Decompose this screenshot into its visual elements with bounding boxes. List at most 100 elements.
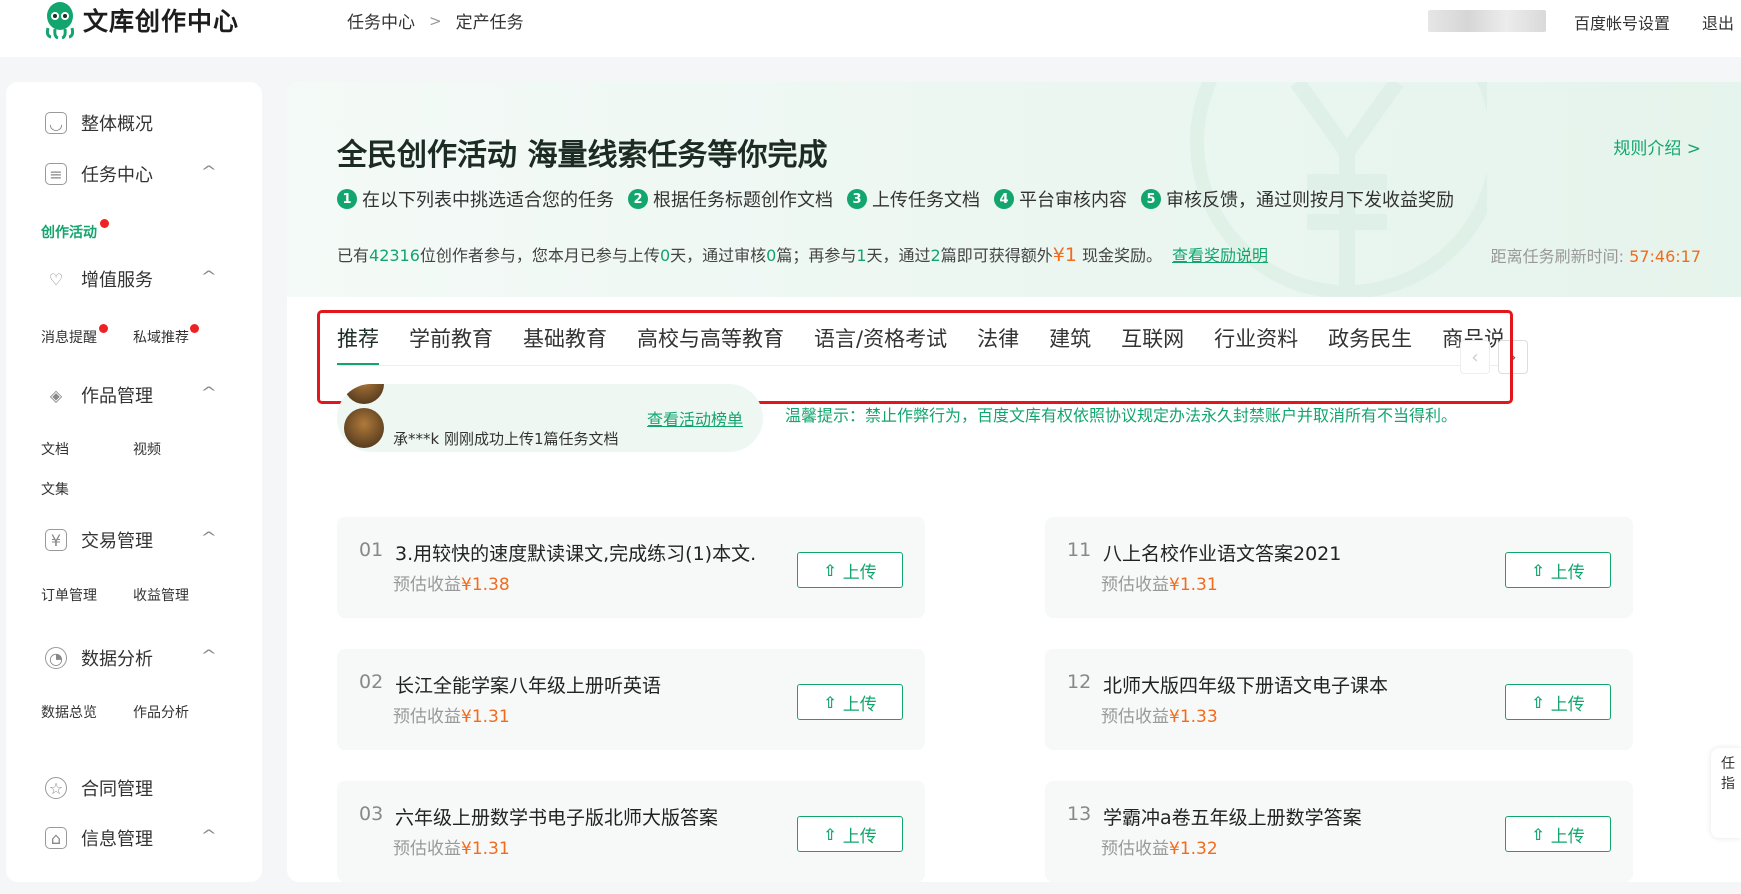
sidebar-item-label: 合同管理 — [81, 779, 153, 800]
upload-icon: ⇧ — [1531, 692, 1545, 712]
stats-text: 天，通过审核 — [670, 246, 767, 265]
breadcrumb: 任务中心 > 定产任务 — [347, 8, 524, 34]
step-item: 3 上传任务文档 — [847, 186, 980, 212]
upload-button[interactable]: ⇧ 上传 — [1505, 816, 1611, 852]
passed-count: 0 — [766, 246, 777, 265]
yuan-icon: ¥ — [45, 529, 67, 551]
logout-link[interactable]: 退出 — [1702, 10, 1734, 34]
step-text: 根据任务标题创作文档 — [653, 190, 833, 211]
sidebar-item-trade[interactable]: ¥ 交易管理 ^ — [45, 526, 218, 554]
reward-info-link[interactable]: 查看奖励说明 — [1172, 246, 1268, 265]
upload-label: 上传 — [842, 562, 877, 583]
chevron-up-icon: ^ — [200, 530, 218, 546]
step-item: 2 根据任务标题创作文档 — [628, 186, 833, 212]
upload-label: 上传 — [1550, 694, 1585, 715]
username-blurred — [1428, 10, 1546, 32]
sidebar-item-value-service[interactable]: ♡ 增值服务 ^ — [45, 265, 218, 293]
rules-link[interactable]: 规则介绍 > — [1613, 134, 1701, 159]
stats-text: 现金奖励。 — [1082, 246, 1163, 265]
step-text: 平台审核内容 — [1019, 190, 1127, 211]
task-title[interactable]: 3.用较快的速度默读课文,完成练习(1)本文... — [395, 539, 755, 566]
task-card: 03 六年级上册数学书电子版北师大版答案 预估收益¥1.31 ⇧ 上传 — [337, 781, 925, 882]
upload-button[interactable]: ⇧ 上传 — [797, 684, 903, 720]
reward-amount: ¥1 — [1052, 244, 1077, 266]
upload-button[interactable]: ⇧ 上传 — [1505, 684, 1611, 720]
sidebar-sub-creation-activity[interactable]: 创作活动 — [41, 222, 97, 242]
estimated-earnings: 预估收益¥1.33 — [1101, 702, 1218, 727]
warning-tip: 温馨提示：禁止作弊行为，百度文库有权依照协议规定办法永久封禁账户并取消所有不当得… — [785, 406, 1458, 425]
sidebar-item-data-analysis[interactable]: ◔ 数据分析 ^ — [45, 644, 217, 672]
heart-icon: ♡ — [48, 269, 64, 289]
task-title[interactable]: 学霸冲a卷五年级上册数学答案 — [1103, 803, 1362, 830]
upload-label: 上传 — [1550, 826, 1585, 847]
sidebar-item-task-center[interactable]: ≡ 任务中心 ^ — [45, 160, 217, 188]
step-number-icon: 1 — [337, 189, 357, 209]
task-title[interactable]: 北师大版四年级下册语文电子课本 — [1103, 671, 1388, 698]
account-settings-link[interactable]: 百度帐号设置 — [1574, 10, 1670, 34]
hero-title: 全民创作活动 海量线索任务等你完成 — [337, 138, 828, 173]
estimated-earnings: 预估收益¥1.31 — [393, 702, 510, 727]
stats-text: 已有 — [337, 246, 370, 265]
step-item: 5 审核反馈，通过则按月下发收益奖励 — [1141, 186, 1454, 212]
sidebar-item-contract[interactable]: ☆ 合同管理 — [45, 774, 215, 802]
upload-icon: ⇧ — [823, 692, 837, 712]
step-text: 上传任务文档 — [872, 190, 980, 211]
top-header: 文库创作中心 任务中心 > 定产任务 百度帐号设置 退出 — [0, 0, 1741, 57]
sidebar-sub-works-analysis[interactable]: 作品分析 — [133, 702, 189, 722]
upload-icon: ⇧ — [1531, 824, 1545, 844]
sidebar-item-overview[interactable]: ◡ 整体概况 — [45, 109, 215, 137]
notification-dot — [190, 324, 199, 333]
step-number-icon: 5 — [1141, 189, 1161, 209]
earnings-price: ¥1.31 — [1169, 575, 1218, 595]
sidebar-sub-data-overview[interactable]: 数据总览 — [41, 702, 97, 722]
task-card: 02 长江全能学案八年级上册听英语 预估收益¥1.31 ⇧ 上传 — [337, 649, 925, 750]
floating-guide-text: 任指 — [1721, 756, 1735, 792]
upload-icon: ⇧ — [823, 824, 837, 844]
sidebar-item-info[interactable]: ⌂ 信息管理 ^ — [45, 824, 217, 852]
step-number-icon: 2 — [628, 189, 648, 209]
logo[interactable]: 文库创作中心 — [43, 0, 239, 40]
squid-logo-icon — [45, 2, 75, 39]
stats-text: 位创作者参与，您本月已参与上传 — [419, 246, 660, 265]
more-docs: 2 — [930, 246, 941, 265]
upload-button[interactable]: ⇧ 上传 — [797, 552, 903, 588]
sidebar-sub-private-recommend[interactable]: 私域推荐 — [133, 327, 189, 347]
activity-ranking-link[interactable]: 查看活动榜单 — [647, 406, 743, 430]
sidebar-item-label: 整体概况 — [81, 114, 153, 135]
earnings-label: 预估收益 — [1101, 575, 1169, 595]
upload-icon: ⇧ — [1531, 560, 1545, 580]
sidebar-item-works[interactable]: ◈ 作品管理 ^ — [45, 381, 218, 409]
notification-dot — [100, 219, 109, 228]
task-title[interactable]: 八上名校作业语文答案2021 — [1103, 539, 1341, 566]
more-days: 1 — [856, 246, 867, 265]
task-title[interactable]: 六年级上册数学书电子版北师大版答案 — [395, 803, 718, 830]
sidebar-item-label: 作品管理 — [81, 386, 153, 407]
step-item: 1 在以下列表中挑选适合您的任务 — [337, 186, 614, 212]
sidebar-sub-document[interactable]: 文档 — [41, 439, 69, 459]
floating-task-guide[interactable]: 任指 — [1711, 748, 1741, 838]
breadcrumb-production-task: 定产任务 — [455, 13, 524, 33]
sidebar-sub-message-reminder[interactable]: 消息提醒 — [41, 327, 97, 347]
refresh-countdown: 距离任务刷新时间: 57:46:17 — [1491, 243, 1701, 267]
upload-button[interactable]: ⇧ 上传 — [1505, 552, 1611, 588]
earnings-price: ¥1.31 — [461, 839, 510, 859]
pie-chart-icon: ◔ — [45, 647, 67, 669]
logo-text: 文库创作中心 — [83, 7, 240, 36]
notification-dot — [99, 324, 108, 333]
earnings-label: 预估收益 — [393, 707, 461, 727]
earnings-label: 预估收益 — [393, 839, 461, 859]
sidebar-sub-video[interactable]: 视频 — [133, 439, 161, 459]
sidebar-sub-orders[interactable]: 订单管理 — [41, 585, 97, 605]
sidebar-sub-collection[interactable]: 文集 — [41, 479, 69, 499]
upload-label: 上传 — [842, 826, 877, 847]
task-title[interactable]: 长江全能学案八年级上册听英语 — [395, 671, 661, 698]
sidebar-sub-earnings[interactable]: 收益管理 — [133, 585, 189, 605]
upload-icon: ⇧ — [823, 560, 837, 580]
chevron-up-icon: ^ — [200, 269, 218, 285]
task-card: 11 八上名校作业语文答案2021 预估收益¥1.31 ⇧ 上传 — [1045, 517, 1633, 618]
breadcrumb-task-center[interactable]: 任务中心 — [347, 8, 415, 33]
earnings-label: 预估收益 — [1101, 707, 1169, 727]
task-number: 12 — [1067, 671, 1092, 693]
upload-button[interactable]: ⇧ 上传 — [797, 816, 903, 852]
upload-label: 上传 — [842, 694, 877, 715]
